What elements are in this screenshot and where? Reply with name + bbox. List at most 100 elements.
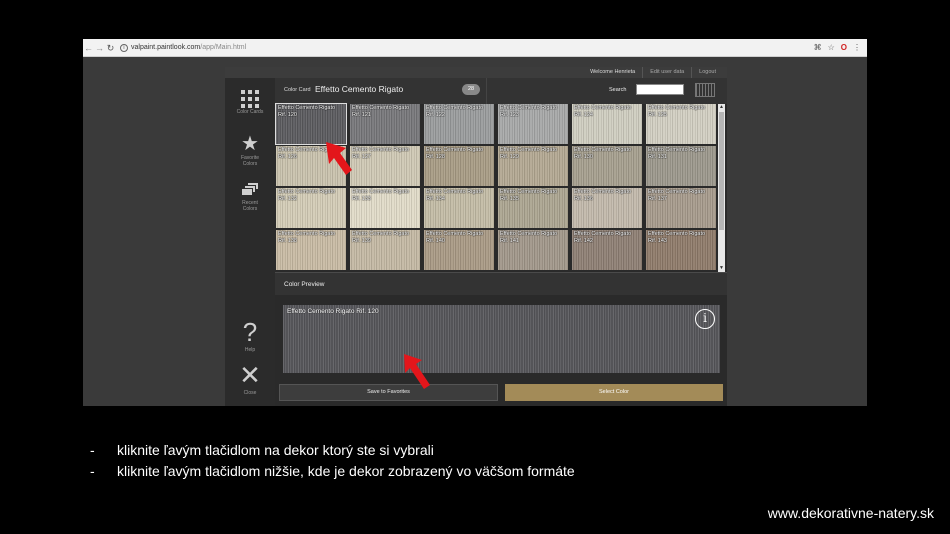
instruction-item: kliknite ľavým tlačidlom na dekor ktorý … — [90, 440, 575, 461]
swatch-label: Effetto Cemento Rigato Rif. 135 — [500, 189, 558, 202]
select-color-button[interactable]: Select Color — [505, 384, 723, 401]
sidebar-item-close[interactable]: ✕ Close — [225, 361, 275, 396]
color-swatch[interactable]: Effetto Cemento Rigato Rif. 122 — [424, 104, 494, 144]
scroll-down-icon[interactable]: ▼ — [718, 265, 725, 272]
color-swatch[interactable]: Effetto Cemento Rigato Rif. 130 — [572, 146, 642, 186]
swatch-label: Effetto Cemento Rigato Rif. 140 — [426, 231, 484, 244]
color-swatch[interactable]: Effetto Cemento Rigato Rif. 133 — [350, 188, 420, 228]
back-icon[interactable]: ← — [83, 41, 94, 55]
reload-icon[interactable]: ↻ — [105, 41, 116, 55]
edit-user-link[interactable]: Edit user data — [642, 67, 691, 78]
bookmark-star-icon[interactable]: ☆ — [828, 41, 835, 55]
sidebar-item-label: Help — [244, 347, 256, 353]
save-to-favorites-button[interactable]: Save to Favorites — [279, 384, 498, 401]
color-swatch[interactable]: Effetto Cemento Rigato Rif. 143 — [646, 230, 716, 270]
welcome-text: Welcome Henrieta — [590, 69, 636, 75]
color-swatch[interactable]: Effetto Cemento Rigato Rif. 141 — [498, 230, 568, 270]
close-icon: ✕ — [239, 361, 261, 391]
browser-extensions: ⌘ ☆ O ⋮ — [814, 41, 861, 55]
color-swatch[interactable]: Effetto Cemento Rigato Rif. 140 — [424, 230, 494, 270]
color-swatch[interactable]: Effetto Cemento Rigato Rif. 120 — [275, 103, 347, 145]
color-swatch[interactable]: Effetto Cemento Rigato Rif. 121 — [350, 104, 420, 144]
swatch-label: Effetto Cemento Rigato Rif. 131 — [648, 147, 706, 160]
forward-icon[interactable]: → — [94, 41, 105, 55]
swatch-grid: Effetto Cemento Rigato Rif. 120 Effetto C… — [275, 103, 718, 272]
color-card-header: Color Card Effetto Cemento Rigato 28 Sea… — [275, 78, 727, 104]
user-bar: Welcome Henrieta Edit user data Logout — [225, 67, 727, 78]
color-swatch[interactable]: Effetto Cemento Rigato Rif. 142 — [572, 230, 642, 270]
star-icon: ★ — [241, 131, 259, 155]
swatch-label: Effetto Cemento Rigato Rif. 132 — [278, 189, 336, 202]
color-count-badge: 28 — [462, 84, 480, 95]
sidebar-item-label: Colors — [242, 206, 258, 212]
color-swatch[interactable]: Effetto Cemento Rigato Rif. 129 — [498, 146, 568, 186]
swatch-label: Effetto Cemento Rigato Rif. 130 — [574, 147, 632, 160]
swatch-label: Effetto Cemento Rigato Rif. 141 — [500, 231, 558, 244]
stack-icon — [241, 182, 259, 196]
swatch-label: Effetto Cemento Rigato Rif. 128 — [426, 147, 484, 160]
sidebar-item-favorite-colors[interactable]: ★ Favorite Colors — [225, 131, 275, 167]
sidebar: Color Cards ★ Favorite Colors Recent Col… — [225, 78, 275, 406]
browser-window: ← → ↻ i valpaint.paintlook.com/app/Main.… — [83, 39, 867, 406]
swatch-label: Effetto Cemento Rigato Rif. 139 — [352, 231, 410, 244]
sidebar-item-recent-colors[interactable]: Recent Colors — [225, 182, 275, 212]
page-viewport: Welcome Henrieta Edit user data Logout C… — [83, 58, 867, 406]
url-path: /app/Main.html — [200, 43, 247, 51]
swatch-label: Effetto Cemento Rigato Rif. 143 — [648, 231, 706, 244]
swatch-label: Effetto Cemento Rigato Rif. 125 — [648, 105, 706, 118]
scroll-up-icon[interactable]: ▲ — [718, 104, 725, 111]
sidebar-item-label: Color Cards — [236, 109, 264, 115]
swatch-scrollbar[interactable]: ▲ ▼ — [718, 104, 725, 272]
color-swatch[interactable]: Effetto Cemento Rigato Rif. 131 — [646, 146, 716, 186]
swatch-label: Effetto Cemento Rigato Rif. 136 — [574, 189, 632, 202]
swatch-label: Effetto Cemento Rigato Rif. 142 — [574, 231, 632, 244]
color-swatch[interactable]: Effetto Cemento Rigato Rif. 137 — [646, 188, 716, 228]
color-swatch[interactable]: Effetto Cemento Rigato Rif. 127 — [350, 146, 420, 186]
color-swatch[interactable]: Effetto Cemento Rigato Rif. 123 — [498, 104, 568, 144]
red-arrow-icon — [404, 354, 430, 389]
color-preview-title: Color Preview — [284, 281, 325, 288]
keyboard-icon[interactable] — [695, 83, 715, 97]
color-swatch[interactable]: Effetto Cemento Rigato Rif. 139 — [350, 230, 420, 270]
color-swatch[interactable]: Effetto Cemento Rigato Rif. 134 — [424, 188, 494, 228]
swatch-label: Effetto Cemento Rigato Rif. 120 — [278, 105, 336, 118]
translate-icon[interactable]: ⌘ — [814, 41, 822, 55]
website-url: www.dekorativne-natery.sk — [767, 505, 934, 521]
menu-dots-icon[interactable]: ⋮ — [853, 41, 861, 55]
info-icon[interactable]: i — [695, 309, 715, 329]
address-bar[interactable]: i valpaint.paintlook.com/app/Main.html — [120, 41, 246, 55]
browser-toolbar: ← → ↻ i valpaint.paintlook.com/app/Main.… — [83, 39, 867, 57]
color-swatch[interactable]: Effetto Cemento Rigato Rif. 136 — [572, 188, 642, 228]
color-swatch[interactable]: Effetto Cemento Rigato Rif. 125 — [646, 104, 716, 144]
color-card-label: Color Card — [284, 87, 311, 93]
instruction-list: kliknite ľavým tlačidlom na dekor ktorý … — [90, 440, 575, 482]
swatch-label: Effetto Cemento Rigato Rif. 138 — [278, 231, 336, 244]
search-input[interactable] — [636, 84, 684, 95]
paintlook-app: Welcome Henrieta Edit user data Logout C… — [225, 67, 727, 406]
color-swatch[interactable]: Effetto Cemento Rigato Rif. 132 — [276, 188, 346, 228]
red-arrow-icon — [326, 142, 352, 175]
scroll-thumb[interactable] — [719, 112, 724, 230]
color-preview-panel[interactable]: Effetto Cemento Rigato Rif. 120 i — [283, 305, 720, 373]
swatch-label: Effetto Cemento Rigato Rif. 129 — [500, 147, 558, 160]
preview-color-label: Effetto Cemento Rigato Rif. 120 — [287, 308, 379, 315]
swatch-label: Effetto Cemento Rigato Rif. 137 — [648, 189, 706, 202]
help-icon: ? — [242, 317, 258, 347]
swatch-label: Effetto Cemento Rigato Rif. 127 — [352, 147, 410, 160]
opera-icon[interactable]: O — [841, 41, 847, 55]
swatch-label: Effetto Cemento Rigato Rif. 124 — [574, 105, 632, 118]
color-swatch[interactable]: Effetto Cemento Rigato Rif. 128 — [424, 146, 494, 186]
swatch-label: Effetto Cemento Rigato Rif. 134 — [426, 189, 484, 202]
instruction-item: kliknite ľavým tlačidlom nižšie, kde je … — [90, 461, 575, 482]
url-host: valpaint.paintlook.com — [131, 43, 201, 51]
color-swatch[interactable]: Effetto Cemento Rigato Rif. 135 — [498, 188, 568, 228]
color-swatch[interactable]: Effetto Cemento Rigato Rif. 138 — [276, 230, 346, 270]
sidebar-item-color-cards[interactable]: Color Cards — [225, 90, 275, 115]
swatch-label: Effetto Cemento Rigato Rif. 133 — [352, 189, 410, 202]
slide: ← → ↻ i valpaint.paintlook.com/app/Main.… — [0, 0, 950, 534]
search-label: Search — [609, 87, 627, 93]
logout-link[interactable]: Logout — [691, 67, 723, 78]
sidebar-item-help[interactable]: ? Help — [225, 317, 275, 353]
site-info-icon[interactable]: i — [120, 43, 128, 52]
color-swatch[interactable]: Effetto Cemento Rigato Rif. 124 — [572, 104, 642, 144]
